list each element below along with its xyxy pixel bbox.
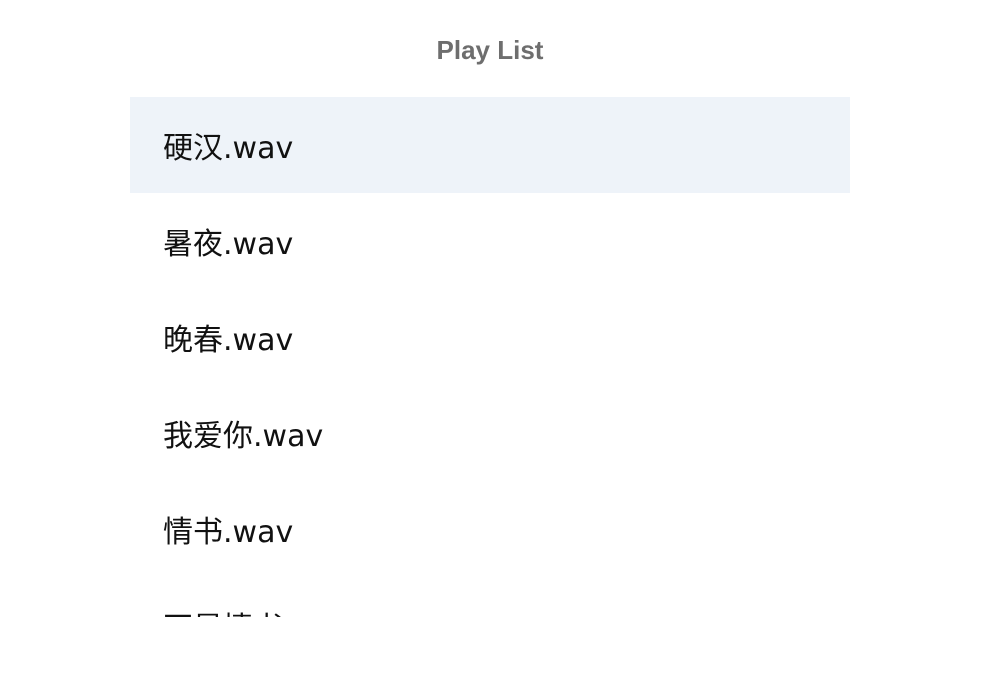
- playlist[interactable]: 硬汉.wav 暑夜.wav 晚春.wav 我爱你.wav 情书.wav 不是情书…: [130, 97, 850, 617]
- track-name: 情书.wav: [163, 515, 294, 550]
- playlist-item[interactable]: 我爱你.wav: [130, 385, 850, 481]
- playlist-item[interactable]: 情书.wav: [130, 481, 850, 577]
- track-name: 晚春.wav: [163, 323, 294, 358]
- track-name: 硬汉.wav: [163, 131, 294, 166]
- playlist-item[interactable]: 不是情书.wav: [130, 577, 850, 617]
- playlist-item[interactable]: 晚春.wav: [130, 289, 850, 385]
- track-name: 不是情书.wav: [163, 603, 353, 617]
- playlist-item[interactable]: 暑夜.wav: [130, 193, 850, 289]
- playlist-item[interactable]: 硬汉.wav: [130, 97, 850, 193]
- track-name: 暑夜.wav: [163, 227, 294, 262]
- track-name: 我爱你.wav: [163, 419, 324, 454]
- playlist-screen: Play List 硬汉.wav 暑夜.wav 晚春.wav 我爱你.wav 情…: [0, 0, 988, 692]
- page-title: Play List: [436, 35, 544, 65]
